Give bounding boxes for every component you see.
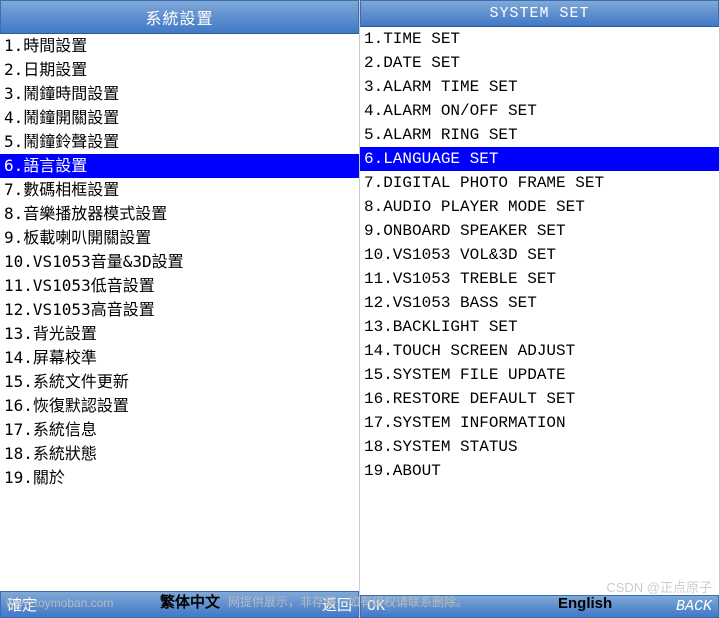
menu-item[interactable]: 4.鬧鐘開關設置 bbox=[0, 106, 359, 130]
menu-item[interactable]: 19.ABOUT bbox=[360, 459, 719, 483]
watermark-note: 网提供展示，非存储，如有侵权请联系删除。 bbox=[228, 593, 468, 610]
menu-item[interactable]: 13.背光設置 bbox=[0, 322, 359, 346]
header-title-right: SYSTEM SET bbox=[360, 0, 719, 27]
back-button-right[interactable]: BACK bbox=[676, 598, 712, 615]
menu-item[interactable]: 11.VS1053 TREBLE SET bbox=[360, 267, 719, 291]
menu-item[interactable]: 6.語言設置 bbox=[0, 154, 359, 178]
caption-left: 繁体中文 bbox=[160, 591, 220, 612]
watermark-url: www.toymoban.com bbox=[6, 596, 113, 610]
menu-item[interactable]: 5.ALARM RING SET bbox=[360, 123, 719, 147]
header-title-left: 系統設置 bbox=[0, 0, 359, 34]
menu-item[interactable]: 13.BACKLIGHT SET bbox=[360, 315, 719, 339]
menu-item[interactable]: 11.VS1053低音設置 bbox=[0, 274, 359, 298]
menu-item[interactable]: 10.VS1053 VOL&3D SET bbox=[360, 243, 719, 267]
menu-item[interactable]: 2.日期設置 bbox=[0, 58, 359, 82]
menu-item[interactable]: 3.鬧鐘時間設置 bbox=[0, 82, 359, 106]
menu-item[interactable]: 17.系統信息 bbox=[0, 418, 359, 442]
panel-english: SYSTEM SET 1.TIME SET2.DATE SET3.ALARM T… bbox=[360, 0, 720, 618]
menu-item[interactable]: 9.ONBOARD SPEAKER SET bbox=[360, 219, 719, 243]
menu-item[interactable]: 12.VS1053高音設置 bbox=[0, 298, 359, 322]
menu-item[interactable]: 15.系統文件更新 bbox=[0, 370, 359, 394]
menu-item[interactable]: 4.ALARM ON/OFF SET bbox=[360, 99, 719, 123]
menu-item[interactable]: 19.關於 bbox=[0, 466, 359, 490]
menu-list-right: 1.TIME SET2.DATE SET3.ALARM TIME SET4.AL… bbox=[360, 27, 719, 595]
menu-item[interactable]: 9.板載喇叭開關設置 bbox=[0, 226, 359, 250]
caption-right: English bbox=[558, 595, 612, 612]
menu-item[interactable]: 14.TOUCH SCREEN ADJUST bbox=[360, 339, 719, 363]
menu-item[interactable]: 1.TIME SET bbox=[360, 27, 719, 51]
menu-item[interactable]: 15.SYSTEM FILE UPDATE bbox=[360, 363, 719, 387]
menu-item[interactable]: 3.ALARM TIME SET bbox=[360, 75, 719, 99]
menu-item[interactable]: 17.SYSTEM INFORMATION bbox=[360, 411, 719, 435]
panel-chinese: 系統設置 1.時間設置2.日期設置3.鬧鐘時間設置4.鬧鐘開關設置5.鬧鐘鈴聲設… bbox=[0, 0, 360, 618]
menu-item[interactable]: 10.VS1053音量&3D設置 bbox=[0, 250, 359, 274]
menu-list-left: 1.時間設置2.日期設置3.鬧鐘時間設置4.鬧鐘開關設置5.鬧鐘鈴聲設置6.語言… bbox=[0, 34, 359, 591]
menu-item[interactable]: 14.屏幕校準 bbox=[0, 346, 359, 370]
menu-item[interactable]: 7.數碼相框設置 bbox=[0, 178, 359, 202]
menu-item[interactable]: 8.音樂播放器模式設置 bbox=[0, 202, 359, 226]
menu-item[interactable]: 2.DATE SET bbox=[360, 51, 719, 75]
menu-item[interactable]: 18.SYSTEM STATUS bbox=[360, 435, 719, 459]
menu-item[interactable]: 12.VS1053 BASS SET bbox=[360, 291, 719, 315]
watermark-credit: CSDN @正点原子 bbox=[606, 577, 712, 596]
menu-item[interactable]: 5.鬧鐘鈴聲設置 bbox=[0, 130, 359, 154]
menu-item[interactable]: 16.RESTORE DEFAULT SET bbox=[360, 387, 719, 411]
menu-item[interactable]: 1.時間設置 bbox=[0, 34, 359, 58]
menu-item[interactable]: 18.系統狀態 bbox=[0, 442, 359, 466]
menu-item[interactable]: 7.DIGITAL PHOTO FRAME SET bbox=[360, 171, 719, 195]
menu-item[interactable]: 6.LANGUAGE SET bbox=[360, 147, 719, 171]
menu-item[interactable]: 8.AUDIO PLAYER MODE SET bbox=[360, 195, 719, 219]
menu-item[interactable]: 16.恢復默認設置 bbox=[0, 394, 359, 418]
